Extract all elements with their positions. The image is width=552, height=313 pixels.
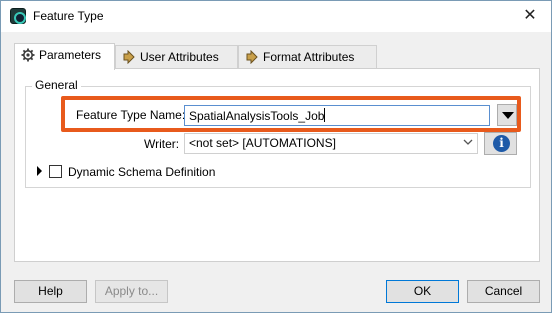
writer-value: <not set> [AUTOMATIONS] [189,136,336,150]
cancel-button[interactable]: Cancel [467,280,540,303]
tab-format-attributes[interactable]: Format Attributes [238,45,377,69]
tab-user-attributes[interactable]: User Attributes [115,45,238,69]
writer-info-button[interactable]: i [484,132,517,155]
gear-icon [21,48,35,62]
feature-type-name-dropdown-button[interactable] [497,104,517,126]
group-title: General [32,78,81,92]
writer-label: Writer: [144,137,180,151]
tab-label: Format Attributes [263,50,355,64]
feature-type-dialog: Feature Type ✕ Parameters User Attribute… [0,0,552,313]
app-logo-icon [10,8,26,24]
feature-type-name-label: Feature Type Name: [76,108,186,122]
tab-label: User Attributes [140,50,219,64]
input-value: SpatialAnalysisTools_Job [189,109,325,123]
text-caret [324,108,326,122]
dynamic-schema-label: Dynamic Schema Definition [68,165,216,179]
expand-triangle-icon[interactable] [37,166,42,176]
ok-button[interactable]: OK [386,280,459,303]
writer-select[interactable]: <not set> [AUTOMATIONS] [184,133,478,154]
info-icon: i [493,135,510,152]
help-button[interactable]: Help [14,280,87,303]
dynamic-schema-checkbox[interactable] [49,165,62,178]
arrow-right-icon [123,50,135,64]
title-bar: Feature Type ✕ [1,1,551,32]
tab-label: Parameters [39,48,102,62]
arrow-right-icon [246,50,258,64]
window-title: Feature Type [33,9,104,23]
apply-to-button[interactable]: Apply to... [95,280,168,303]
tab-parameters[interactable]: Parameters [14,43,115,70]
close-button[interactable]: ✕ [515,2,545,30]
feature-type-name-input[interactable]: SpatialAnalysisTools_Job [184,105,490,126]
chevron-down-icon [463,139,473,145]
